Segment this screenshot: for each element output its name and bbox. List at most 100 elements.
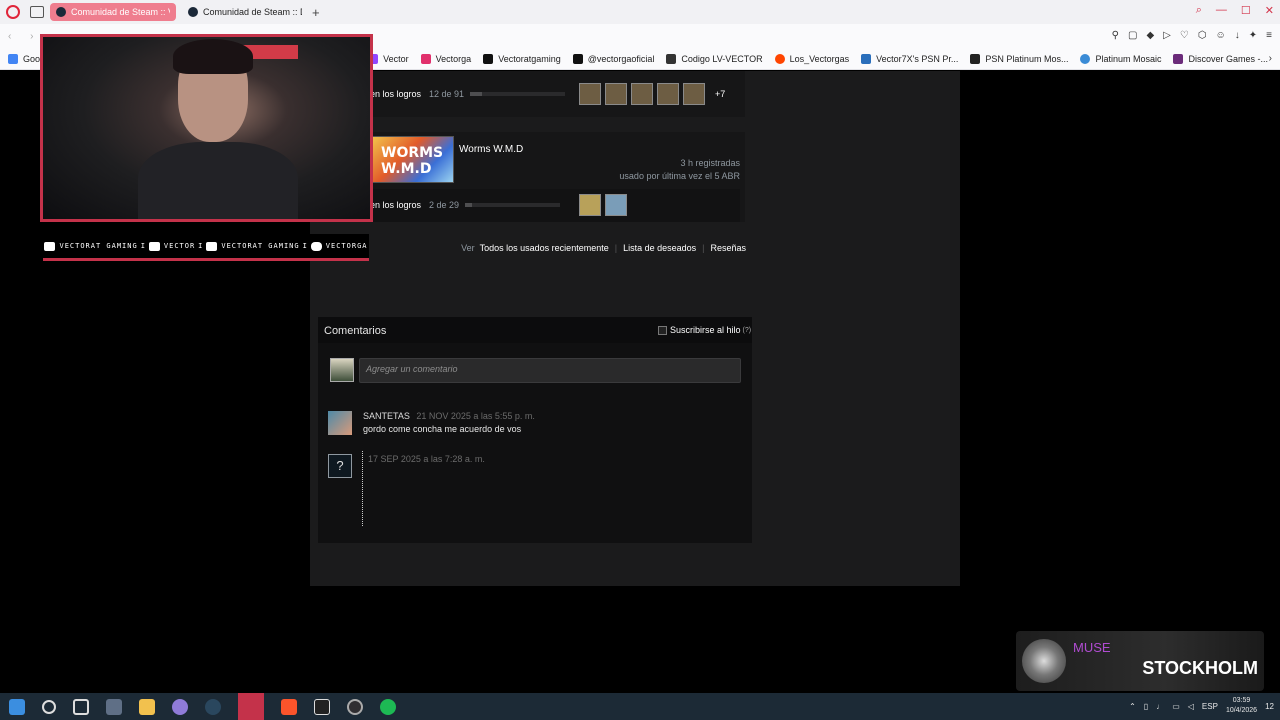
tab-steam-profile[interactable]: Comunidad de Steam :: Vec [50,3,176,21]
comment-date: 21 NOV 2025 a las 5:55 p. m. [416,411,535,421]
all-recent-link[interactable]: Todos los usados recientemente [480,243,609,253]
opera-gx-icon[interactable] [172,698,188,715]
commenter-avatar[interactable]: ? [328,454,352,478]
comment-header: 17 SEP 2025 a las 7:28 a. m. [368,454,485,464]
system-tray: ⌃ ▯ ♩ ▭ ◁ ESP 03:59 10/4/2026 12 [1129,696,1274,716]
maximize-icon[interactable]: ☐ [1241,4,1251,17]
opera-logo-icon[interactable] [6,5,20,19]
bookmark-twitch[interactable]: Vector [368,53,409,64]
bookmark-psn-mosaic[interactable]: PSN Platinum Mos... [970,53,1068,64]
achievement-icon[interactable] [579,83,601,105]
bookmark-codigo[interactable]: Codigo LV-VECTOR [666,53,763,64]
app-icon[interactable] [106,698,122,715]
bookmark-x[interactable]: Vectoratgaming [483,53,561,64]
subscribe-checkbox[interactable] [658,325,667,335]
achievement-progress-bar [470,92,566,96]
obs-icon[interactable] [347,698,363,715]
spotify-icon[interactable] [380,698,396,715]
steam-icon[interactable] [205,698,221,715]
usb-icon[interactable]: ▯ [1144,702,1148,711]
task-view-icon[interactable] [73,698,89,715]
reddit-icon [774,53,785,64]
game2-achievement-row: en los logros 2 de 29 [370,200,561,210]
wishlist-link[interactable]: Lista de deseados [623,243,696,253]
play-icon[interactable]: ▷ [1163,30,1171,41]
youtube-social: VECTORAT GAMING [44,241,137,251]
avatar [330,358,354,382]
subscribe-thread[interactable]: Suscribirse al hilo (?) [658,325,751,335]
windows-start-icon[interactable] [9,698,25,715]
comment-author[interactable]: SANTETAS [363,411,410,421]
steam-icon [56,7,66,17]
bookmark-google[interactable]: Goo [8,53,40,64]
bookmark-discover-games[interactable]: Discover Games -... [1173,53,1268,64]
ai-icon[interactable]: ✦ [1249,30,1257,41]
achievement-icon[interactable] [605,83,627,105]
mic-icon[interactable]: ♩ [1156,702,1164,711]
reviews-link[interactable]: Reseñas [710,243,746,253]
bookmark-tiktok[interactable]: @vectorgaoficial [572,53,654,64]
search-icon[interactable]: ⌕ [1196,4,1202,17]
language-indicator[interactable]: ESP [1202,702,1218,711]
tiktok-icon [572,53,583,64]
minimize-icon[interactable]: — [1216,4,1227,17]
help-icon[interactable]: (?) [743,327,752,334]
speaker-icon[interactable]: ◁ [1188,702,1194,711]
game-title[interactable]: Worms W.M.D [459,144,523,155]
achievement-icon[interactable] [657,83,679,105]
album-art [1022,639,1066,683]
shield-icon[interactable]: ◆ [1146,30,1154,41]
download-icon[interactable]: ↓ [1235,30,1240,41]
heart-icon[interactable]: ♡ [1180,30,1189,41]
achievement-icon[interactable] [631,83,653,105]
new-tab-button[interactable]: + [312,5,320,20]
clock[interactable]: 03:59 10/4/2026 [1226,696,1257,716]
back-forward-icon[interactable]: ‹ › [8,31,41,42]
game1-achievement-row: en los logros 12 de 91 [370,89,566,99]
bookmarks-more-icon[interactable]: › [1269,53,1272,64]
streamer-hair [173,39,253,74]
browser-tab-bar: Comunidad de Steam :: Vec Comunidad de S… [0,0,1280,24]
brave-icon[interactable] [281,698,297,715]
comment-input[interactable]: Agregar un comentario [359,358,741,383]
notification-badge[interactable]: 12 [1265,702,1274,711]
instagram-social: VECTORGA [310,241,368,251]
psn-icon [970,53,981,64]
progress-fill [470,92,483,96]
social-label: VECTORAT GAMING [221,242,300,250]
worms-game-capsule[interactable]: WORMS W.M.D [372,136,454,183]
divider: | [614,243,618,253]
pin-icon[interactable]: ⚲ [1112,30,1119,41]
snapshot-icon[interactable]: ▢ [1128,30,1137,41]
obs-active-icon[interactable] [238,693,264,720]
file-explorer-icon[interactable] [139,698,155,715]
achievement-icon[interactable] [579,194,601,216]
commenter-avatar[interactable] [328,411,352,435]
close-icon[interactable]: ✕ [1265,4,1274,17]
menu-icon[interactable]: ≡ [1266,30,1272,41]
comment-date: 17 SEP 2025 a las 7:28 a. m. [368,454,485,464]
bookmark-label: Vector7X's PSN Pr... [876,53,959,64]
network-icon[interactable]: ▭ [1172,702,1180,711]
extensions-icon[interactable]: ⬡ [1198,30,1207,41]
game1-achievement-icons: +7 [579,83,725,105]
bookmark-instagram[interactable]: Vectorga [420,53,471,64]
achievements-more[interactable]: +7 [715,89,725,99]
bookmark-psn-profile[interactable]: Vector7X's PSN Pr... [861,53,959,64]
profile-icon[interactable]: ☺ [1216,30,1226,41]
steam-icon [188,7,198,17]
achievement-icon[interactable] [683,83,705,105]
app-icon[interactable] [314,698,330,715]
workspace-icon[interactable] [30,6,44,18]
now-playing-overlay: MUSE STOCKHOLM [1016,631,1264,691]
achievement-icon[interactable] [605,194,627,216]
comment-text: gordo come concha me acuerdo de vos [363,424,522,434]
search-icon[interactable] [42,699,56,714]
achievements-label: en los logros [370,89,422,99]
chevron-up-icon[interactable]: ⌃ [1129,702,1136,711]
window-controls: ⌕ — ☐ ✕ [1196,4,1274,17]
bookmark-platinum-mosaic[interactable]: Platinum Mosaic [1080,53,1161,64]
tab-steam-other[interactable]: Comunidad de Steam :: Dy [182,3,308,21]
windows-taskbar: ⌃ ▯ ♩ ▭ ◁ ESP 03:59 10/4/2026 12 [0,693,1280,720]
bookmark-reddit[interactable]: Los_Vectorgas [774,53,849,64]
